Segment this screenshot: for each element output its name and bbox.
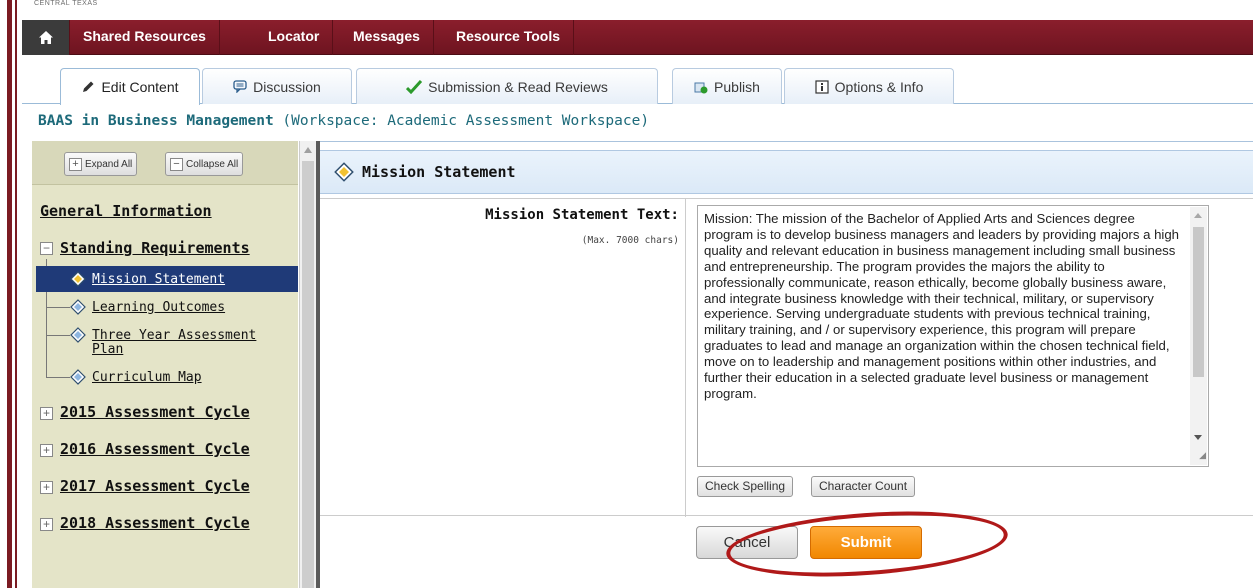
sidebar-item-2015-assessment-cycle[interactable]: 2015 Assessment Cycle: [60, 403, 250, 421]
scroll-up-icon[interactable]: [304, 147, 312, 153]
tab-bar: Edit Content Discussion Submission & Rea…: [22, 66, 1253, 105]
tab-label: Submission & Read Reviews: [428, 78, 608, 95]
sidebar-tree: + Expand All − Collapse All General Info…: [32, 141, 298, 588]
collapse-all-label: Collapse All: [186, 158, 239, 170]
tab-edit-content[interactable]: Edit Content: [60, 68, 200, 105]
checkmark-icon: [406, 79, 423, 94]
mission-statement-textarea[interactable]: Mission: The mission of the Bachelor of …: [697, 205, 1209, 467]
program-name: BAAS in Business Management: [38, 113, 274, 129]
left-border: [0, 0, 19, 588]
diamond-doc-icon: [70, 369, 86, 385]
tree-connector: [46, 307, 70, 308]
home-icon: [38, 31, 53, 44]
scroll-up-icon[interactable]: [1194, 213, 1202, 218]
info-icon: [815, 79, 829, 94]
tab-options-info[interactable]: Options & Info: [784, 68, 954, 104]
mission-form: Mission Statement Text: (Max. 7000 chars…: [320, 198, 1253, 517]
sidebar-item-general-information[interactable]: General Information: [40, 202, 212, 220]
diamond-doc-icon: [70, 299, 86, 315]
sidebar-item-learning-outcomes[interactable]: Learning Outcomes: [92, 300, 225, 315]
chat-icon: [233, 80, 247, 93]
expand-all-label: Expand All: [85, 158, 133, 170]
scrollbar-thumb[interactable]: [302, 161, 314, 588]
scroll-down-icon[interactable]: [1194, 435, 1202, 440]
pencil-icon: [83, 81, 94, 92]
publish-icon: [694, 82, 708, 93]
expand-2015-icon[interactable]: +: [40, 407, 53, 420]
top-navigation: Shared Resources Locator Messages Resour…: [22, 20, 1253, 55]
nav-resource-tools[interactable]: Resource Tools: [443, 20, 574, 55]
diamond-doc-icon: [334, 162, 354, 182]
tab-label: Edit Content: [101, 79, 179, 95]
diamond-doc-icon: [70, 327, 86, 343]
tab-label: Options & Info: [834, 78, 924, 95]
expand-all-button[interactable]: + Expand All: [64, 152, 138, 176]
sidebar-item-mission-statement[interactable]: Mission Statement: [92, 272, 225, 287]
expand-2017-icon[interactable]: +: [40, 481, 53, 494]
tab-discussion[interactable]: Discussion: [202, 68, 352, 104]
collapse-standing-requirements-icon[interactable]: −: [40, 242, 53, 255]
nav-messages[interactable]: Messages: [340, 20, 434, 55]
mission-statement-label: Mission Statement Text:: [485, 207, 679, 223]
tree-connector: [46, 335, 70, 336]
sidebar-item-three-year-assessment-plan-line2[interactable]: Plan: [92, 342, 123, 357]
left-border-stripe: [7, 0, 12, 588]
nav-locator[interactable]: Locator: [255, 20, 334, 55]
sidebar-item-2018-assessment-cycle[interactable]: 2018 Assessment Cycle: [60, 514, 250, 532]
sidebar-item-standing-requirements[interactable]: Standing Requirements: [60, 239, 250, 257]
main-panel: Mission Statement Mission Statement Text…: [320, 141, 1253, 588]
check-spelling-button[interactable]: Check Spelling: [697, 476, 794, 497]
collapse-all-button[interactable]: − Collapse All: [165, 152, 244, 176]
tab-label: Discussion: [253, 78, 321, 95]
tree-connector: [46, 377, 70, 378]
section-title: Mission Statement: [362, 163, 516, 181]
nav-shared-resources[interactable]: Shared Resources: [70, 20, 220, 55]
diamond-doc-icon: [70, 271, 86, 287]
sidebar-item-2017-assessment-cycle[interactable]: 2017 Assessment Cycle: [60, 477, 250, 495]
section-header: Mission Statement: [320, 150, 1253, 194]
plus-icon: +: [69, 157, 82, 171]
home-button[interactable]: [22, 20, 70, 55]
tab-publish[interactable]: Publish: [672, 68, 782, 104]
textarea-scrollbar[interactable]: [1190, 207, 1207, 465]
cancel-button[interactable]: Cancel: [696, 526, 798, 559]
brand-text: CENTRAL TEXAS: [34, 0, 98, 7]
sidebar-item-curriculum-map[interactable]: Curriculum Map: [92, 370, 202, 385]
character-count-button[interactable]: Character Count: [811, 476, 916, 497]
resize-grip-icon[interactable]: ◢: [1199, 448, 1206, 464]
sidebar-toolbar: + Expand All − Collapse All: [32, 141, 298, 185]
tab-label: Publish: [714, 78, 760, 95]
expand-2016-icon[interactable]: +: [40, 444, 53, 457]
submit-button[interactable]: Submit: [810, 526, 922, 559]
minus-icon: −: [170, 157, 183, 171]
workspace-title: BAAS in Business Management (Workspace: …: [38, 113, 649, 129]
field-label-column: Mission Statement Text: (Max. 7000 chars…: [320, 199, 686, 517]
expand-2018-icon[interactable]: +: [40, 518, 53, 531]
scrollbar-thumb[interactable]: [1193, 227, 1204, 377]
left-border-thin-stripe: [15, 0, 17, 588]
workspace-name: (Workspace: Academic Assessment Workspac…: [273, 113, 650, 129]
brand-strip: CENTRAL TEXAS: [22, 0, 1253, 20]
sidebar-item-2016-assessment-cycle[interactable]: 2016 Assessment Cycle: [60, 440, 250, 458]
sidebar-scrollbar[interactable]: [299, 141, 316, 588]
mission-text: Mission: The mission of the Bachelor of …: [704, 211, 1180, 401]
sidebar-item-three-year-assessment-plan[interactable]: Three Year Assessment: [92, 328, 256, 343]
max-chars-hint: (Max. 7000 chars): [581, 235, 679, 246]
tab-submission-read-reviews[interactable]: Submission & Read Reviews: [356, 68, 658, 104]
